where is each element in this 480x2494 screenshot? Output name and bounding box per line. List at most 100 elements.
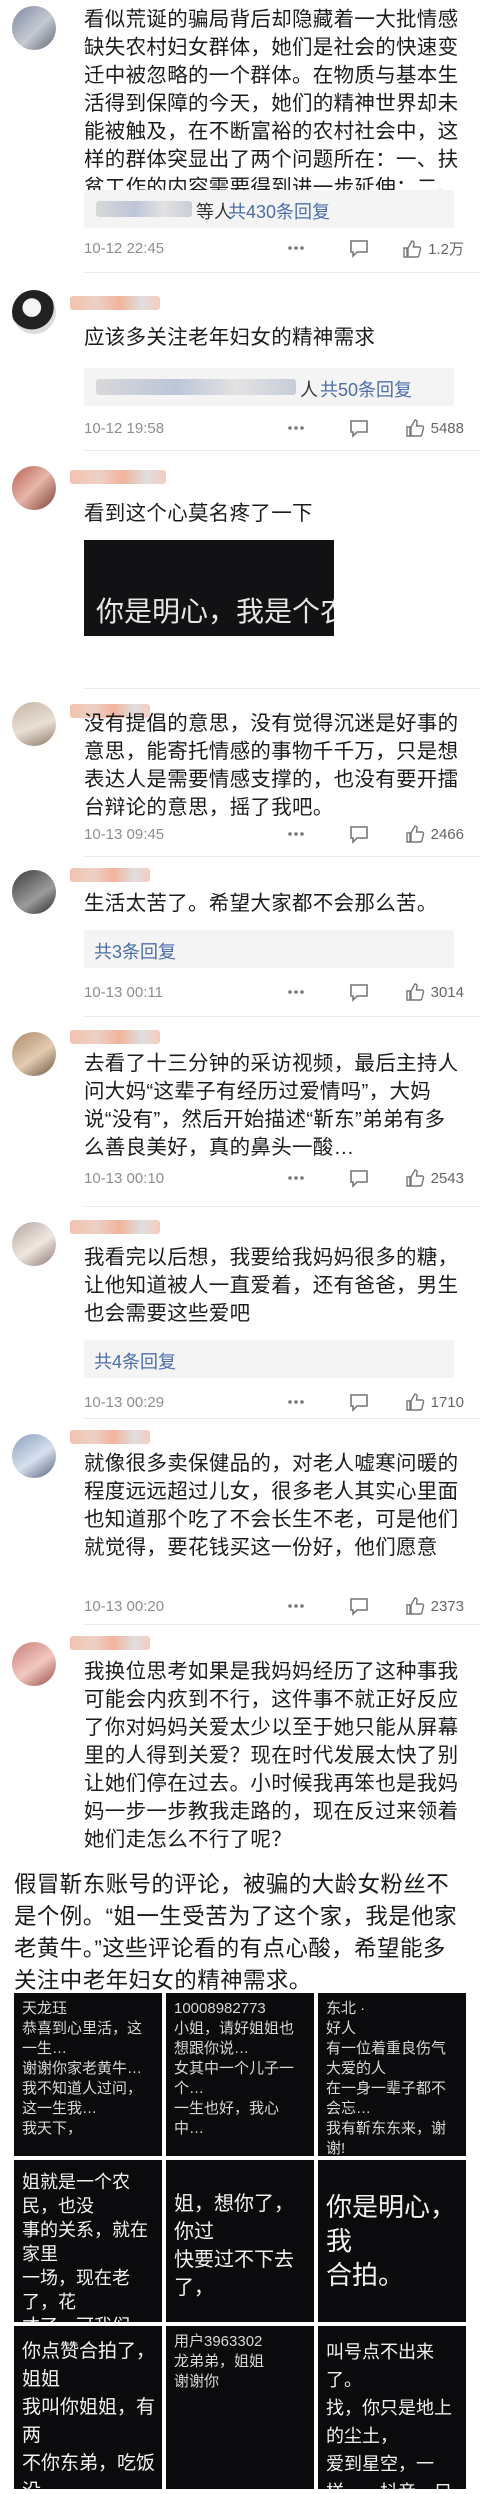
- divider: [84, 1418, 480, 1419]
- like-button[interactable]: 2543: [405, 1168, 464, 1188]
- comment-text: 就像很多卖保健品的，对老人嘘寒问暖的程度远远超过儿女，很多老人其实心里面也知道那…: [84, 1452, 459, 1559]
- comment-reply-icon[interactable]: [348, 1167, 370, 1189]
- user-avatar[interactable]: [12, 1434, 56, 1478]
- grid-image-3[interactable]: 东北 · 好人 有一位着重良伤气大爱的人 在一身一辈子都不会忘… 我有靳东东来，…: [318, 1993, 466, 2156]
- view-replies-link[interactable]: 共4条回复: [94, 1348, 176, 1374]
- comment-reply-icon[interactable]: [348, 237, 370, 259]
- comment-text: 应该多关注老年妇女的精神需求: [84, 326, 376, 349]
- comment-text: 去看了十三分钟的采访视频，最后主持人问大妈“这辈子有经历过爱情吗”，大妈说“没有…: [84, 1052, 459, 1159]
- grid-image-4[interactable]: 姐就是一个农民，也没 事的关系，就在家里 一场，现在老了，花 才了，可我们了…: [14, 2159, 162, 2323]
- comment-text: 看到这个心莫名疼了一下: [84, 502, 313, 525]
- grid-image-text: 叫号点不出来了。 找，你只是地上的尘土， 爱到星空，一样，一抖音，只是好发起: [326, 2342, 452, 2489]
- like-button[interactable]: 2373: [405, 1596, 464, 1616]
- image-grid: 天龙珏 恭喜到心里活，这一生… 谢谢你家老黄牛… 我不知道人过问，这一生我… 我…: [14, 1993, 466, 2489]
- like-count: 1710: [430, 1393, 464, 1411]
- grid-image-text: 你点赞合拍了，姐姐 我叫你姐姐，有两 不你东弟，吃饭没: [22, 2341, 156, 2489]
- comment-date: 10-13 09:45: [84, 826, 165, 843]
- like-button[interactable]: 5488: [405, 418, 464, 438]
- divider: [84, 688, 480, 689]
- more-options-icon[interactable]: [286, 982, 306, 1002]
- comment-text: 我换位思考如果是我妈妈经历了这种事我可能会内疚到不行，这件事不就正好反应了你对妈…: [84, 1660, 459, 1851]
- more-options-icon[interactable]: [286, 418, 306, 438]
- username-blurred: [70, 1636, 150, 1650]
- comment-date: 10-13 00:29: [84, 1394, 165, 1411]
- comment-reply-icon[interactable]: [348, 417, 370, 439]
- thumbs-up-icon: [405, 983, 424, 1001]
- repost-section: 假冒靳东账号的评论，被骗的大龄女粉丝不是个例。“姐一生受苦为了这个家，我是他家老…: [0, 1865, 480, 2494]
- reply-users-blurred: [96, 201, 192, 217]
- like-button[interactable]: 1710: [405, 1392, 464, 1412]
- like-count: 1.2万: [428, 241, 464, 258]
- username-blurred: [70, 868, 150, 882]
- reply-preview[interactable]: 人 共50条回复: [84, 368, 454, 406]
- reply-users-suffix: 人: [300, 380, 318, 400]
- grid-image-6[interactable]: 你是明心，我 合拍。: [318, 2159, 466, 2323]
- more-options-icon[interactable]: [286, 238, 306, 258]
- comment-reply-icon[interactable]: [348, 1595, 370, 1617]
- divider: [84, 856, 480, 857]
- username-blurred: [70, 1220, 160, 1234]
- reply-users-suffix: 等人: [196, 202, 232, 222]
- like-button[interactable]: 2466: [405, 824, 464, 844]
- thumbs-up-icon: [403, 239, 422, 258]
- more-options-icon[interactable]: [286, 1596, 306, 1616]
- comment-reply-icon[interactable]: [348, 1391, 370, 1413]
- thumbs-up-icon: [405, 825, 424, 843]
- video-thumbnail[interactable]: 你是明心，我是个农: [84, 540, 334, 636]
- comment-date: 10-12 22:45: [84, 240, 165, 257]
- divider: [84, 1016, 480, 1017]
- user-avatar[interactable]: [12, 1642, 56, 1686]
- like-count: 5488: [430, 419, 464, 437]
- comment-text: 我看完以后想，我要给我妈妈很多的糖，让他知道被人一直爱着，还有爸爸，男生也会需要…: [84, 1246, 459, 1325]
- username-blurred: [70, 470, 166, 484]
- grid-image-text: 10008982773 小姐，请好姐姐也想跟你说… 女其中一个儿子一个… 一生也…: [174, 2000, 295, 2137]
- user-avatar[interactable]: [12, 1032, 56, 1076]
- reply-users-blurred: [96, 379, 296, 395]
- grid-image-text: 用户3963302 龙弟弟，姐姐 谢谢你: [174, 2333, 265, 2391]
- more-options-icon[interactable]: [286, 1168, 306, 1188]
- view-replies-link[interactable]: 共430条回复: [228, 198, 330, 224]
- like-count: 2373: [430, 1597, 464, 1615]
- divider: [84, 450, 480, 451]
- comment-date: 10-12 19:58: [84, 420, 165, 437]
- user-avatar[interactable]: [12, 6, 56, 50]
- username-blurred: [70, 1030, 160, 1044]
- grid-image-text: 姐，想你了，你过 快要过不下去了，: [174, 2192, 294, 2299]
- comment-date: 10-13 00:10: [84, 1170, 165, 1187]
- user-avatar[interactable]: [12, 870, 56, 914]
- more-options-icon[interactable]: [286, 1392, 306, 1412]
- grid-image-text: 你是明心，我 合拍。: [326, 2191, 457, 2290]
- like-button[interactable]: 3014: [405, 982, 464, 1002]
- comment-text: 生活太苦了。希望大家都不会那么苦。: [84, 892, 438, 915]
- grid-image-2[interactable]: 10008982773 小姐，请好姐姐也想跟你说… 女其中一个儿子一个… 一生也…: [166, 1993, 314, 2156]
- like-count: 2543: [430, 1169, 464, 1187]
- view-replies-link[interactable]: 共50条回复: [320, 376, 412, 402]
- comment-reply-icon[interactable]: [348, 823, 370, 845]
- reply-preview[interactable]: 等人 共430条回复: [84, 190, 454, 228]
- comment-reply-icon[interactable]: [348, 981, 370, 1003]
- thumbs-up-icon: [405, 1597, 424, 1615]
- user-avatar[interactable]: [12, 1222, 56, 1266]
- grid-image-1[interactable]: 天龙珏 恭喜到心里活，这一生… 谢谢你家老黄牛… 我不知道人过问，这一生我… 我…: [14, 1993, 162, 2156]
- grid-image-9[interactable]: 叫号点不出来了。 找，你只是地上的尘土， 爱到星空，一样，一抖音，只是好发起: [318, 2326, 466, 2489]
- grid-image-text: 天龙珏 恭喜到心里活，这一生… 谢谢你家老黄牛… 我不知道人过问，这一生我… 我…: [22, 2000, 143, 2137]
- thumbs-up-icon: [405, 1393, 424, 1411]
- more-options-icon[interactable]: [286, 824, 306, 844]
- repost-caption: 假冒靳东账号的评论，被骗的大龄女粉丝不是个例。“姐一生受苦为了这个家，我是他家老…: [14, 1872, 457, 1993]
- user-avatar[interactable]: [12, 290, 56, 334]
- video-caption: 你是明心，我是个农: [96, 596, 334, 627]
- comment-date: 10-13 00:20: [84, 1598, 165, 1615]
- grid-image-7[interactable]: 你点赞合拍了，姐姐 我叫你姐姐，有两 不你东弟，吃饭没: [14, 2326, 162, 2489]
- thumbs-up-icon: [405, 1169, 424, 1187]
- like-button[interactable]: 1.2万: [402, 238, 464, 259]
- grid-image-8[interactable]: 用户3963302 龙弟弟，姐姐 谢谢你: [166, 2326, 314, 2489]
- grid-image-5[interactable]: 姐，想你了，你过 快要过不下去了，: [166, 2159, 314, 2323]
- grid-image-text: 东北 · 好人 有一位着重良伤气大爱的人 在一身一辈子都不会忘… 我有靳东东来，…: [326, 2000, 447, 2156]
- user-avatar[interactable]: [12, 466, 56, 510]
- divider: [84, 1206, 480, 1207]
- reply-preview[interactable]: 共3条回复: [84, 930, 454, 968]
- user-avatar[interactable]: [12, 702, 56, 746]
- divider: [84, 272, 480, 273]
- reply-preview[interactable]: 共4条回复: [84, 1340, 454, 1378]
- view-replies-link[interactable]: 共3条回复: [94, 938, 176, 964]
